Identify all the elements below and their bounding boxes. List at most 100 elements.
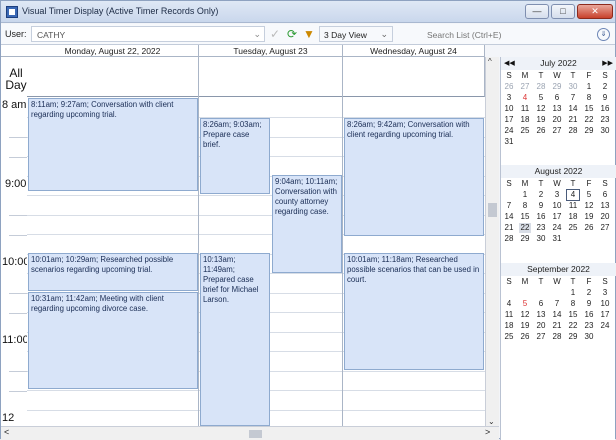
day-cell[interactable]: 15: [583, 104, 595, 114]
filter-icon[interactable]: ▼: [302, 27, 316, 41]
day-cell[interactable]: 28: [567, 126, 579, 136]
day-cell[interactable]: 18: [503, 321, 515, 331]
day-cell[interactable]: 25: [519, 126, 531, 136]
day-cell[interactable]: 9: [535, 201, 547, 211]
day-cell[interactable]: 17: [551, 212, 563, 222]
day-header[interactable]: Wednesday, August 24: [343, 45, 485, 57]
day-cell[interactable]: 30: [599, 126, 611, 136]
day-cell[interactable]: 13: [535, 310, 547, 320]
day-cell[interactable]: 12: [535, 104, 547, 114]
day-cell[interactable]: 31: [503, 137, 515, 147]
day-cell[interactable]: 19: [535, 115, 547, 125]
day-cell[interactable]: 26: [503, 82, 515, 92]
day-cell[interactable]: 16: [535, 212, 547, 222]
day-cell[interactable]: 27: [599, 223, 611, 233]
view-dropdown[interactable]: 3 Day View ⌄: [319, 26, 393, 42]
scroll-right-icon[interactable]: >: [485, 427, 490, 437]
day-cell[interactable]: 6: [551, 93, 563, 103]
day-cell[interactable]: 25: [567, 223, 579, 233]
day-header[interactable]: Monday, August 22, 2022: [27, 45, 199, 57]
scroll-up-icon[interactable]: ^: [488, 57, 492, 66]
appointment[interactable]: 8:26am; 9:03am; Prepare case brief.: [200, 118, 270, 194]
day-cell[interactable]: 5: [583, 190, 595, 200]
user-dropdown[interactable]: CATHY ⌄: [31, 26, 265, 42]
day-cell[interactable]: 15: [567, 310, 579, 320]
day-header[interactable]: Tuesday, August 23: [199, 45, 343, 57]
day-cell[interactable]: 6: [599, 190, 611, 200]
day-cell[interactable]: 18: [567, 212, 579, 222]
allday-slot[interactable]: [27, 57, 199, 97]
day-cell[interactable]: 19: [519, 321, 531, 331]
day-cell[interactable]: 27: [519, 82, 531, 92]
day-cell[interactable]: 8: [583, 93, 595, 103]
day-cell[interactable]: 19: [583, 212, 595, 222]
day-cell[interactable]: 21: [551, 321, 563, 331]
appointment[interactable]: 8:26am; 9:42am; Conversation with client…: [344, 118, 484, 236]
prev-month-icon[interactable]: ◀◀: [504, 57, 515, 70]
appointment[interactable]: 10:31am; 11:42am; Meeting with client re…: [28, 292, 198, 389]
allday-slot[interactable]: [343, 57, 485, 97]
day-cell[interactable]: 10: [551, 201, 563, 211]
day-cell[interactable]: 29: [567, 332, 579, 342]
minimize-button[interactable]: —: [525, 4, 549, 19]
day-cell[interactable]: 7: [567, 93, 579, 103]
day-cell[interactable]: 23: [583, 321, 595, 331]
day-cell[interactable]: 8: [567, 299, 579, 309]
day-cell[interactable]: 30: [535, 234, 547, 244]
day-cell[interactable]: 10: [599, 299, 611, 309]
day-cell[interactable]: 1: [583, 82, 595, 92]
calendar-grid[interactable]: 8:11am; 9:27am; Conversation with client…: [27, 57, 485, 426]
day-cell[interactable]: 14: [503, 212, 515, 222]
day-cell[interactable]: 3: [551, 190, 563, 200]
day-cell[interactable]: 27: [551, 126, 563, 136]
day-cell[interactable]: 17: [503, 115, 515, 125]
day-cell[interactable]: 11: [503, 310, 515, 320]
next-month-icon[interactable]: ▶▶: [602, 57, 613, 70]
close-button[interactable]: ✕: [577, 4, 613, 19]
day-cell[interactable]: 1: [519, 190, 531, 200]
day-cell[interactable]: 14: [567, 104, 579, 114]
day-cell[interactable]: 28: [551, 332, 563, 342]
day-cell[interactable]: 28: [535, 82, 547, 92]
search-input[interactable]: [427, 27, 597, 42]
day-cell[interactable]: 5: [519, 299, 531, 309]
day-cell[interactable]: 2: [599, 82, 611, 92]
day-cell[interactable]: 23: [535, 223, 547, 233]
day-cell[interactable]: 30: [583, 332, 595, 342]
day-cell[interactable]: 23: [599, 115, 611, 125]
day-cell[interactable]: 25: [503, 332, 515, 342]
refresh-icon[interactable]: ⟳: [285, 27, 299, 41]
day-cell[interactable]: 9: [599, 93, 611, 103]
scroll-thumb[interactable]: [488, 203, 497, 217]
scroll-thumb[interactable]: [249, 430, 262, 438]
appointment[interactable]: 10:01am; 10:29am; Researched possible sc…: [28, 253, 198, 291]
day-cell[interactable]: 30: [567, 82, 579, 92]
day-cell[interactable]: 7: [503, 201, 515, 211]
day-cell[interactable]: 2: [583, 288, 595, 298]
day-cell[interactable]: 22: [583, 115, 595, 125]
appointment[interactable]: 10:01am; 11:18am; Researched possible sc…: [344, 253, 484, 370]
day-cell[interactable]: 4: [519, 93, 531, 103]
day-cell[interactable]: 20: [551, 115, 563, 125]
day-cell[interactable]: 9: [583, 299, 595, 309]
day-cell[interactable]: 26: [519, 332, 531, 342]
maximize-button[interactable]: □: [551, 4, 575, 19]
day-cell[interactable]: 4: [566, 189, 580, 201]
day-cell[interactable]: 27: [535, 332, 547, 342]
expand-icon[interactable]: ⇓: [597, 28, 610, 41]
appointment[interactable]: 8:11am; 9:27am; Conversation with client…: [28, 98, 198, 191]
check-icon[interactable]: ✓: [268, 27, 282, 41]
day-cell[interactable]: 17: [599, 310, 611, 320]
day-cell[interactable]: 11: [567, 201, 579, 211]
appointment[interactable]: 10:13am; 11:49am; Prepared case brief fo…: [200, 253, 270, 426]
day-cell[interactable]: 3: [599, 288, 611, 298]
day-cell[interactable]: 20: [599, 212, 611, 222]
day-cell[interactable]: 24: [599, 321, 611, 331]
appointment[interactable]: 9:04am; 10:11am; Conversation with count…: [272, 175, 342, 273]
day-cell[interactable]: 28: [503, 234, 515, 244]
day-cell[interactable]: 7: [551, 299, 563, 309]
day-cell[interactable]: 4: [503, 299, 515, 309]
scroll-left-icon[interactable]: <: [4, 427, 9, 437]
day-cell[interactable]: 13: [551, 104, 563, 114]
day-cell[interactable]: 8: [519, 201, 531, 211]
